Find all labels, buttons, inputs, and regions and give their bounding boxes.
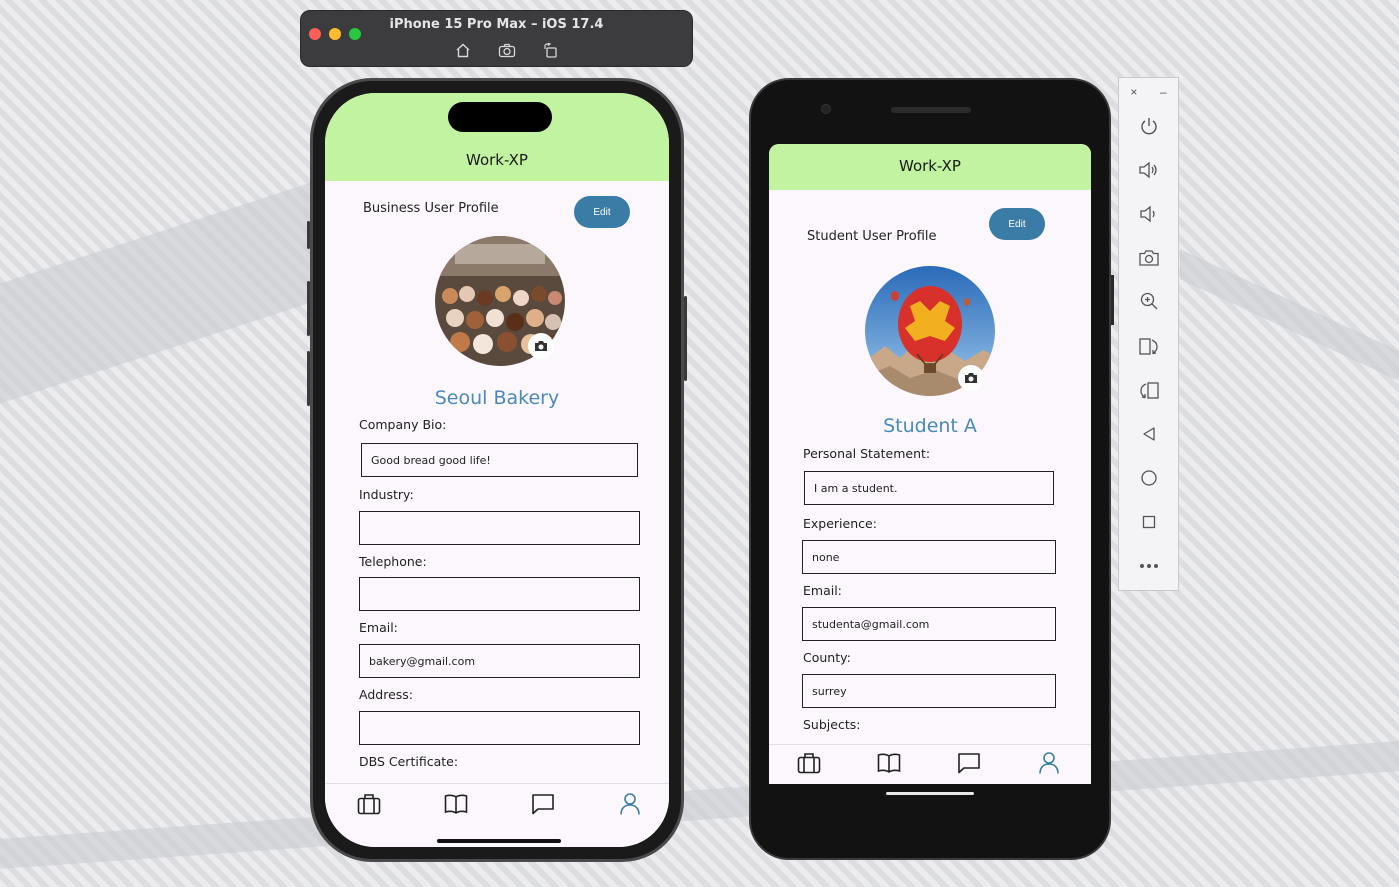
county-input[interactable]: surrey xyxy=(802,674,1056,708)
minimize-icon[interactable]: – xyxy=(1160,85,1167,99)
industry-label: Industry: xyxy=(359,487,414,502)
subjects-label: Subjects: xyxy=(803,717,861,732)
earpiece-speaker xyxy=(891,107,971,113)
volume-up-button xyxy=(307,281,310,336)
side-button xyxy=(1111,275,1114,325)
email-label: Email: xyxy=(803,583,842,598)
edit-button[interactable]: Edit xyxy=(574,196,630,228)
chat-icon[interactable] xyxy=(954,748,984,778)
experience-label: Experience: xyxy=(803,516,877,531)
profile-name: Seoul Bakery xyxy=(434,387,560,409)
camera-icon[interactable] xyxy=(1136,245,1162,271)
home-icon[interactable] xyxy=(451,41,475,59)
bottom-tab-bar xyxy=(325,783,669,847)
profile-icon[interactable] xyxy=(615,789,645,819)
overview-icon[interactable] xyxy=(1136,509,1162,535)
profile-name: Student A xyxy=(883,415,977,437)
profile-heading: Student User Profile xyxy=(807,229,937,244)
iphone-device-frame: Work-XP Business User Profile Edit Seoul… xyxy=(307,78,687,862)
volume-up-icon[interactable] xyxy=(1136,157,1162,183)
action-button xyxy=(307,221,310,249)
emulator-control-panel: × – xyxy=(1118,77,1179,591)
power-icon[interactable] xyxy=(1136,113,1162,139)
side-button xyxy=(684,296,687,381)
app-bar: Work-XP xyxy=(769,144,1091,190)
change-photo-button[interactable] xyxy=(958,365,984,391)
telephone-label: Telephone: xyxy=(359,554,427,569)
email-input[interactable]: studenta@gmail.com xyxy=(802,607,1056,641)
address-input[interactable] xyxy=(359,711,640,745)
iphone-screen: Work-XP Business User Profile Edit Seoul… xyxy=(325,93,669,847)
zoom-icon[interactable] xyxy=(1136,288,1162,314)
camera-icon xyxy=(535,341,547,351)
rotate-left-icon[interactable] xyxy=(1136,333,1162,359)
email-label: Email: xyxy=(359,620,398,635)
email-input[interactable]: bakery@gmail.com xyxy=(359,644,640,678)
chat-icon[interactable] xyxy=(528,789,558,819)
simulator-title: iPhone 15 Pro Max – iOS 17.4 xyxy=(389,17,604,32)
android-device-frame: Work-XP Student User Profile Edit Studen… xyxy=(749,78,1114,860)
rotate-icon[interactable] xyxy=(539,41,563,59)
back-icon[interactable] xyxy=(1136,421,1162,447)
personal-statement-input[interactable]: I am a student. xyxy=(804,471,1054,505)
more-icon[interactable] xyxy=(1136,553,1162,579)
gesture-nav-bar[interactable] xyxy=(886,792,974,795)
book-icon[interactable] xyxy=(441,789,471,819)
dynamic-island xyxy=(448,102,552,132)
book-icon[interactable] xyxy=(874,748,904,778)
address-label: Address: xyxy=(359,687,413,702)
volume-down-button xyxy=(307,351,310,406)
rotate-right-icon[interactable] xyxy=(1136,377,1162,403)
briefcase-icon[interactable] xyxy=(794,748,824,778)
company-bio-label: Company Bio: xyxy=(359,417,447,432)
home-indicator[interactable] xyxy=(437,839,561,843)
volume-down-icon[interactable] xyxy=(1136,201,1162,227)
county-label: County: xyxy=(803,650,851,665)
profile-icon[interactable] xyxy=(1034,748,1064,778)
change-photo-button[interactable] xyxy=(528,333,554,359)
app-title: Work-XP xyxy=(899,157,961,175)
screenshot-icon[interactable] xyxy=(495,41,519,59)
personal-statement-label: Personal Statement: xyxy=(803,446,931,461)
briefcase-icon[interactable] xyxy=(354,789,384,819)
industry-input[interactable] xyxy=(359,511,640,545)
profile-heading: Business User Profile xyxy=(363,201,499,216)
bottom-tab-bar xyxy=(769,744,1091,784)
experience-input[interactable]: none xyxy=(802,540,1056,574)
dbs-certificate-label: DBS Certificate: xyxy=(359,754,459,769)
simulator-window-titlebar: iPhone 15 Pro Max – iOS 17.4 xyxy=(300,10,693,67)
edit-button[interactable]: Edit xyxy=(989,208,1045,240)
company-bio-input[interactable]: Good bread good life! xyxy=(361,443,638,477)
app-title: Work-XP xyxy=(466,151,528,169)
android-screen: Work-XP Student User Profile Edit Studen… xyxy=(769,144,1091,784)
home-circle-icon[interactable] xyxy=(1136,465,1162,491)
telephone-input[interactable] xyxy=(359,577,640,611)
desktop-background xyxy=(0,0,1399,887)
close-icon[interactable]: × xyxy=(1130,85,1137,99)
front-camera xyxy=(821,104,831,114)
camera-icon xyxy=(965,373,977,383)
